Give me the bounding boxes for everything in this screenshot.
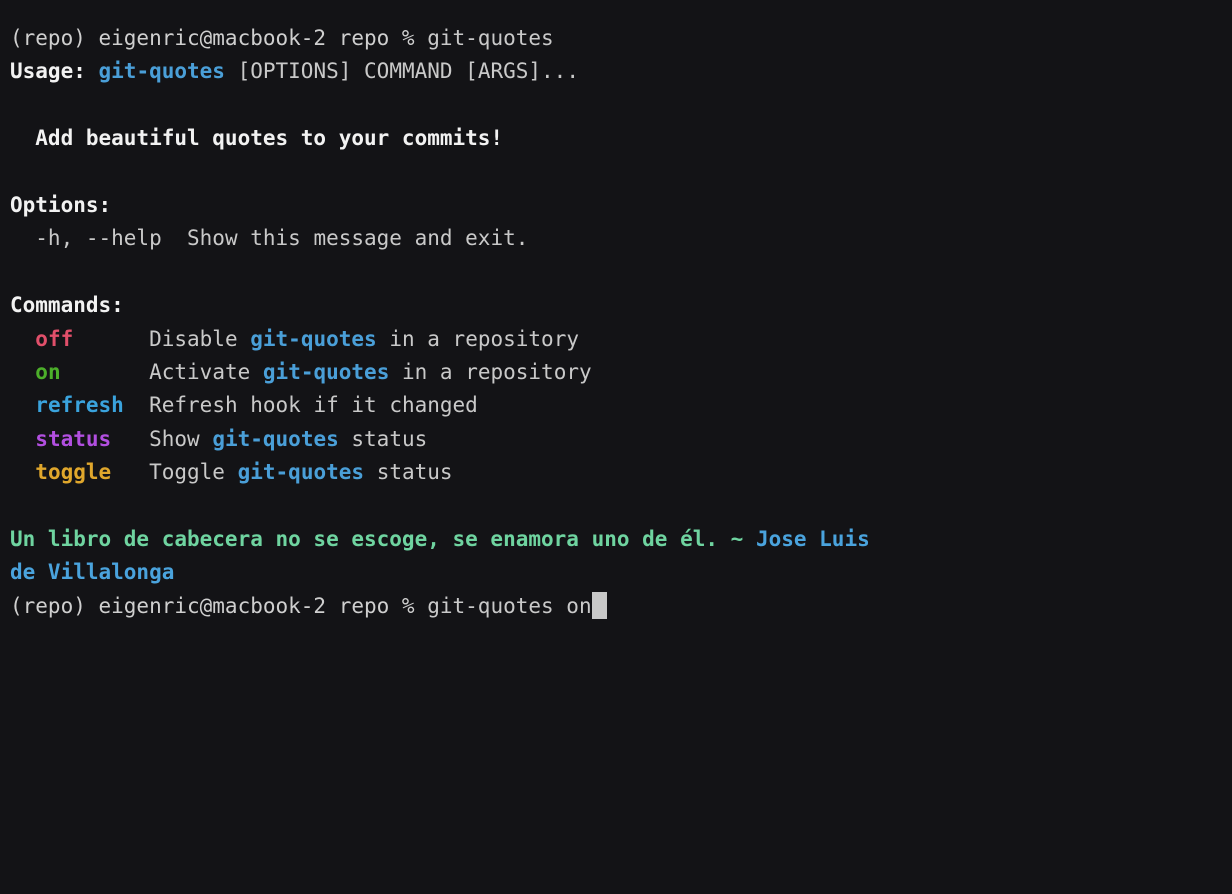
usage-space bbox=[86, 59, 99, 83]
terminal-line-prompt-first: (repo) eigenric@macbook-2 repo % git-quo… bbox=[10, 22, 1232, 55]
options-header: Options: bbox=[10, 192, 112, 217]
terminal-line-options-header: Options: bbox=[10, 189, 1232, 222]
shell-prompt-last: (repo) eigenric@macbook-2 repo % bbox=[10, 593, 428, 618]
command-desc-before-on: Activate bbox=[149, 359, 263, 384]
terminal-screen[interactable]: (repo) eigenric@macbook-2 repo % git-quo… bbox=[0, 0, 1232, 623]
terminal-line-option-help: -h, --help Show this message and exit. bbox=[10, 222, 1232, 255]
command-desc-before-toggle: Toggle bbox=[149, 460, 238, 485]
command-pad-status bbox=[111, 427, 149, 451]
terminal-line-quote-2: de Villalonga bbox=[10, 556, 1232, 589]
text-cursor bbox=[591, 591, 607, 619]
command-pad-toggle bbox=[111, 460, 149, 484]
terminal-line-command-status: status Show git-quotes status bbox=[10, 423, 1232, 456]
command-desc-after-on: in a repository bbox=[389, 359, 592, 384]
command-name-refresh: refresh bbox=[35, 393, 124, 418]
terminal-line-command-refresh: refresh Refresh hook if it changed bbox=[10, 389, 1232, 422]
typed-command-last: git-quotes on bbox=[427, 593, 592, 618]
command-indent-on bbox=[10, 360, 35, 384]
command-desc-after-off: in a repository bbox=[376, 326, 579, 351]
command-name-on: on bbox=[35, 359, 61, 384]
command-name-status: status bbox=[35, 426, 112, 451]
command-desc-after-status: status bbox=[338, 426, 428, 451]
terminal-line-description: Add beautiful quotes to your commits! bbox=[10, 122, 1232, 155]
usage-arguments: [OPTIONS] COMMAND [ARGS]... bbox=[224, 59, 579, 84]
shell-prompt: (repo) eigenric@macbook-2 repo % bbox=[10, 26, 428, 50]
option-flags-help: -h, --help bbox=[10, 226, 162, 251]
command-indent-off bbox=[10, 327, 35, 351]
command-pad-refresh bbox=[124, 393, 149, 417]
terminal-line-command-on: on Activate git-quotes in a repository bbox=[10, 356, 1232, 389]
terminal-line-blank-1 bbox=[10, 89, 1232, 122]
usage-program-name: git-quotes bbox=[98, 59, 225, 84]
terminal-line-command-toggle: toggle Toggle git-quotes status bbox=[10, 456, 1232, 489]
command-pad-off bbox=[73, 327, 149, 351]
command-desc-program-on: git-quotes bbox=[262, 359, 390, 384]
command-desc-program-off: git-quotes bbox=[250, 326, 377, 351]
command-name-toggle: toggle bbox=[35, 460, 112, 485]
app-description: Add beautiful quotes to your commits! bbox=[10, 126, 504, 151]
quote-author-part1: Jose Luis bbox=[755, 526, 870, 551]
command-desc-program-status: git-quotes bbox=[212, 426, 339, 451]
terminal-line-prompt-last[interactable]: (repo) eigenric@macbook-2 repo % git-quo… bbox=[10, 590, 1232, 623]
commands-header: Commands: bbox=[10, 293, 124, 318]
command-desc-before-status: Show bbox=[149, 426, 213, 451]
command-indent-refresh bbox=[10, 393, 35, 417]
command-indent-status bbox=[10, 427, 35, 451]
typed-command: git-quotes bbox=[427, 26, 554, 50]
terminal-line-blank-2 bbox=[10, 156, 1232, 189]
command-desc-before-off: Disable bbox=[149, 326, 251, 351]
terminal-line-usage: Usage: git-quotes [OPTIONS] COMMAND [ARG… bbox=[10, 55, 1232, 88]
quote-author-part2: de Villalonga bbox=[10, 560, 175, 585]
command-desc-after-toggle: status bbox=[364, 460, 453, 485]
terminal-line-blank-4 bbox=[10, 489, 1232, 522]
terminal-line-commands-header: Commands: bbox=[10, 289, 1232, 322]
option-gap-help bbox=[162, 226, 187, 250]
command-indent-toggle bbox=[10, 460, 35, 484]
usage-label: Usage: bbox=[10, 59, 86, 84]
command-name-off: off bbox=[35, 326, 74, 351]
terminal-window[interactable]: (repo) eigenric@macbook-2 repo % git-quo… bbox=[0, 0, 1232, 894]
command-desc-program-toggle: git-quotes bbox=[237, 460, 365, 485]
option-description-help: Show this message and exit. bbox=[187, 226, 529, 251]
terminal-line-quote-1: Un libro de cabecera no se escoge, se en… bbox=[10, 523, 1232, 556]
terminal-line-blank-3 bbox=[10, 256, 1232, 289]
command-desc-before-refresh: Refresh hook if it changed bbox=[149, 393, 478, 418]
command-pad-on bbox=[61, 360, 150, 384]
quote-text: Un libro de cabecera no se escoge, se en… bbox=[10, 526, 756, 551]
terminal-line-command-off: off Disable git-quotes in a repository bbox=[10, 323, 1232, 356]
